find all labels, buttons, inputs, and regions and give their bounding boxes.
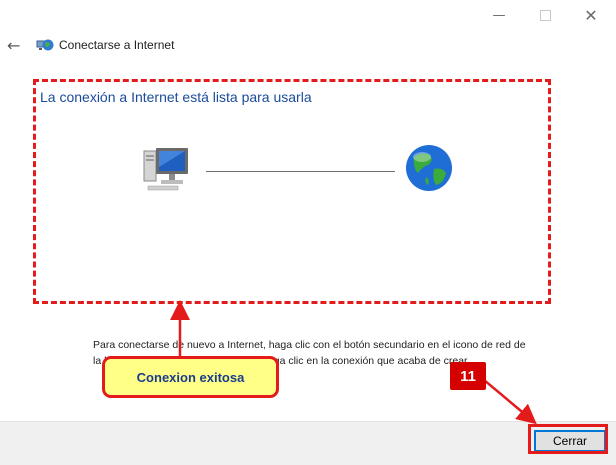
window-title: Conectarse a Internet <box>59 38 175 52</box>
step-number-badge: 11 <box>450 362 486 390</box>
success-callout: Conexion exitosa <box>102 356 279 398</box>
info-line-1: Para conectarse de nuevo a Internet, hag… <box>93 339 526 351</box>
globe-icon <box>406 145 452 191</box>
computer-icon <box>143 148 188 191</box>
minimize-icon[interactable]: — <box>476 0 522 30</box>
connection-line <box>206 171 395 172</box>
close-icon[interactable]: ✕ <box>568 0 614 30</box>
step-arrow <box>483 379 537 425</box>
page-heading: La conexión a Internet está lista para u… <box>40 89 312 105</box>
close-button-highlight <box>528 424 608 454</box>
network-globe-icon <box>36 39 54 51</box>
title-bar: — ✕ <box>0 0 616 30</box>
footer-bar <box>0 421 616 465</box>
maximize-icon[interactable] <box>522 0 568 30</box>
highlight-box <box>33 79 551 304</box>
back-arrow-icon[interactable]: ← <box>7 36 20 55</box>
